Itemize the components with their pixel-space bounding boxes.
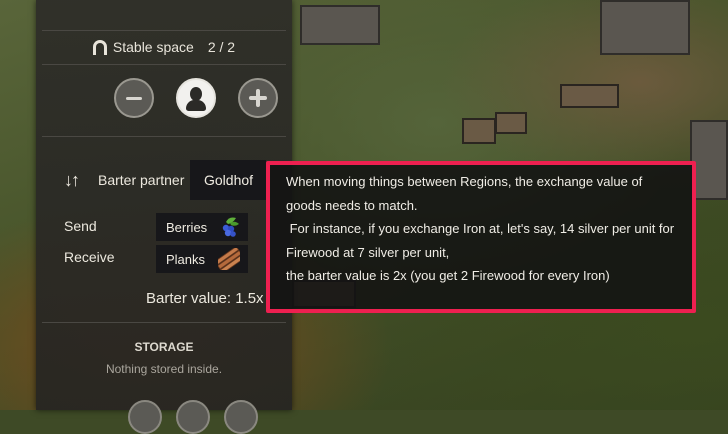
- bottom-slot[interactable]: [176, 400, 210, 434]
- add-worker-button[interactable]: [238, 78, 278, 118]
- divider: [42, 64, 286, 65]
- tooltip-line: the barter value is 2x (you get 2 Firewo…: [286, 268, 610, 283]
- divider: [42, 30, 286, 31]
- barter-partner-label: Barter partner: [98, 172, 185, 188]
- stable-space-row: Stable space 2 / 2: [36, 36, 292, 58]
- storage-empty-text: Nothing stored inside.: [105, 362, 223, 376]
- building-panel: Stable space 2 / 2 ↓↑ Barter partner Gol…: [36, 0, 292, 434]
- barter-value-text: Barter value: 1.5x: [146, 290, 264, 307]
- storage-title: STORAGE: [134, 340, 194, 354]
- worker-slot-button[interactable]: [176, 78, 216, 118]
- tooltip-line: goods needs to match.: [286, 197, 418, 213]
- divider: [42, 136, 286, 137]
- cart: [495, 112, 527, 134]
- bottom-slot[interactable]: [224, 400, 258, 434]
- village-hut: [300, 5, 380, 45]
- receive-goods-value: Planks: [166, 251, 206, 267]
- tooltip-line: Firewood at 7 silver per unit,: [286, 244, 450, 260]
- tooltip-line: When moving things between Regions, the …: [286, 174, 643, 189]
- person-icon: [185, 85, 207, 111]
- barter-tooltip: When moving things between Regions, the …: [266, 161, 696, 313]
- stable-space-label: Stable space: [112, 39, 194, 55]
- receive-label: Receive: [64, 249, 115, 265]
- cart: [462, 118, 496, 144]
- planks-icon: [218, 248, 240, 270]
- barter-partner-select[interactable]: Goldhof: [190, 160, 266, 200]
- swap-arrows-icon: ↓↑: [64, 170, 80, 190]
- send-goods-value: Berries: [166, 219, 208, 235]
- tooltip-line: For instance, if you exchange Iron at, l…: [286, 221, 675, 236]
- wood-pile: [560, 84, 619, 108]
- receive-goods-select[interactable]: Planks: [156, 245, 248, 273]
- village-hut: [600, 0, 690, 55]
- remove-worker-button[interactable]: [114, 78, 154, 118]
- divider: [42, 322, 286, 323]
- plus-icon: [249, 89, 267, 107]
- send-label: Send: [64, 218, 97, 234]
- barter-partner-value: Goldhof: [204, 172, 254, 188]
- horseshoe-icon: [92, 39, 107, 55]
- send-goods-select[interactable]: Berries: [156, 213, 248, 241]
- bottom-slot[interactable]: [128, 400, 162, 434]
- stable-space-count: 2 / 2: [207, 39, 236, 55]
- berries-icon: [222, 217, 239, 237]
- minus-icon: [126, 96, 142, 100]
